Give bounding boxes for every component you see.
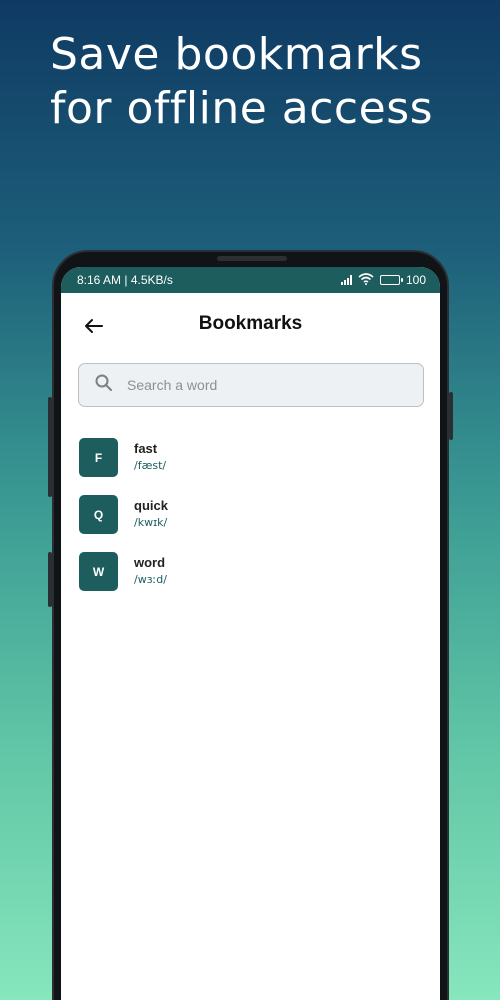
promo-headline-line1: Save bookmarks bbox=[50, 29, 423, 80]
battery-level: 100 bbox=[405, 273, 426, 287]
status-time-speed: 8:16 AM | 4.5KB/s bbox=[77, 273, 173, 287]
search-bar[interactable] bbox=[78, 363, 424, 407]
app-header: Bookmarks bbox=[61, 293, 440, 363]
bookmark-pronunciation: /fæst/ bbox=[134, 458, 167, 472]
phone-side-button-left bbox=[48, 397, 52, 497]
phone-side-button-left-lower bbox=[48, 552, 52, 607]
promo-headline-line2: for offline access bbox=[50, 83, 434, 134]
search-input[interactable] bbox=[127, 377, 409, 393]
bookmark-pronunciation: /kwɪk/ bbox=[134, 515, 168, 529]
status-icons: 100 bbox=[340, 272, 426, 288]
page-title: Bookmarks bbox=[198, 313, 303, 334]
bookmark-item-fast[interactable]: F fast /fæst/ bbox=[61, 429, 440, 486]
signal-icon bbox=[340, 275, 352, 285]
phone-side-button-right bbox=[449, 392, 453, 440]
bookmark-item-word[interactable]: W word /wɜːd/ bbox=[61, 543, 440, 600]
phone-speaker bbox=[217, 256, 287, 261]
bookmark-word: quick bbox=[134, 497, 168, 513]
app-screen: 8:16 AM | 4.5KB/s 100 Bookmarks Search a… bbox=[61, 267, 440, 1000]
bookmark-letter-badge: Q bbox=[79, 495, 118, 534]
bookmark-letter-badge: F bbox=[79, 438, 118, 477]
bookmark-pronunciation: /wɜːd/ bbox=[134, 572, 167, 586]
phone-frame: 8:16 AM | 4.5KB/s 100 Bookmarks Search a… bbox=[48, 250, 453, 1000]
bookmark-letter-badge: W bbox=[79, 552, 118, 591]
status-bar: 8:16 AM | 4.5KB/s 100 bbox=[61, 267, 440, 293]
bookmark-list: F fast /fæst/ Q quick /kwɪk/ W word /wɜː… bbox=[61, 429, 440, 600]
promo-headline: Save bookmarks for offline access bbox=[50, 28, 470, 136]
bookmark-word: word bbox=[134, 554, 166, 570]
wifi-icon bbox=[358, 272, 374, 288]
arrow-left-icon bbox=[85, 319, 103, 333]
bookmark-item-quick[interactable]: Q quick /kwɪk/ bbox=[61, 486, 440, 543]
battery-icon bbox=[379, 275, 403, 285]
bookmark-word: fast bbox=[134, 440, 158, 456]
back-button[interactable] bbox=[79, 311, 109, 341]
search-icon bbox=[95, 374, 113, 396]
